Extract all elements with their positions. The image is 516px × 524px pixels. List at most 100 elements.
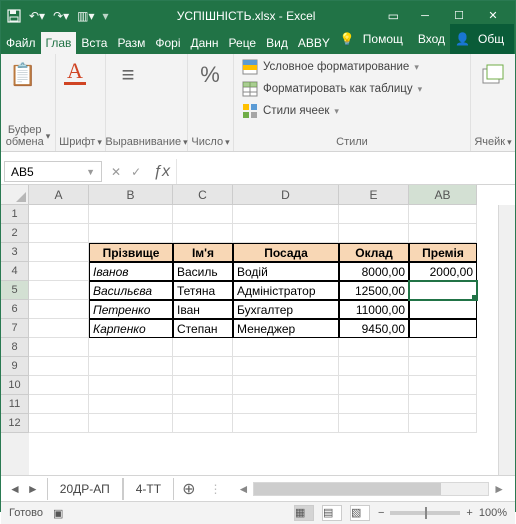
row-header-7[interactable]: 7 (1, 319, 29, 338)
cell-C11[interactable] (173, 395, 233, 414)
cell-E8[interactable] (339, 338, 409, 357)
cell-B4[interactable]: Іванов (89, 262, 173, 281)
col-header-C[interactable]: C (173, 185, 233, 204)
cell-AB7[interactable] (409, 319, 477, 338)
cell-D1[interactable] (233, 205, 339, 224)
cell-C12[interactable] (173, 414, 233, 433)
cell-D9[interactable] (233, 357, 339, 376)
sheet-nav[interactable]: ◄► (1, 482, 47, 496)
cell-E1[interactable] (339, 205, 409, 224)
cell-A9[interactable] (29, 357, 89, 376)
cell-C10[interactable] (173, 376, 233, 395)
tab-insert[interactable]: Вста (76, 32, 112, 54)
col-header-AB[interactable]: AB (409, 185, 477, 204)
cell-E10[interactable] (339, 376, 409, 395)
row-header-9[interactable]: 9 (1, 357, 29, 376)
tab-layout[interactable]: Разм (112, 32, 150, 54)
view-layout-button[interactable]: ▤ (322, 505, 342, 521)
formula-bar[interactable] (176, 159, 515, 184)
tell-me[interactable]: 💡 Помощ (335, 24, 413, 54)
row-header-2[interactable]: 2 (1, 224, 29, 243)
cell-E2[interactable] (339, 224, 409, 243)
cell-A6[interactable] (29, 300, 89, 319)
cell-AB12[interactable] (409, 414, 477, 433)
col-header-D[interactable]: D (233, 185, 339, 204)
cell-A2[interactable] (29, 224, 89, 243)
vertical-scrollbar[interactable] (498, 205, 515, 475)
cell-AB4[interactable]: 2000,00 (409, 262, 477, 281)
sheet-prev-icon[interactable]: ◄ (9, 482, 21, 496)
cell-E12[interactable] (339, 414, 409, 433)
cell-B9[interactable] (89, 357, 173, 376)
cell-C2[interactable] (173, 224, 233, 243)
cell-B7[interactable]: Карпенко (89, 319, 173, 338)
tab-home[interactable]: Глав (41, 32, 77, 54)
paste-button[interactable]: 📋 (5, 57, 41, 96)
align-button[interactable]: ≡ (110, 57, 146, 96)
cell-AB8[interactable] (409, 338, 477, 357)
cell-E6[interactable]: 11000,00 (339, 300, 409, 319)
cell-C3[interactable]: Ім'я (173, 243, 233, 262)
zoom-in-icon[interactable]: + (466, 507, 472, 519)
cell-D5[interactable]: Адміністратор (233, 281, 339, 300)
cell-B12[interactable] (89, 414, 173, 433)
row-header-12[interactable]: 12 (1, 414, 29, 433)
tab-view[interactable]: Вид (261, 32, 293, 54)
cell-D8[interactable] (233, 338, 339, 357)
cell-B11[interactable] (89, 395, 173, 414)
col-header-B[interactable]: B (89, 185, 173, 204)
tab-formulas[interactable]: Форі (150, 32, 185, 54)
zoom-control[interactable]: − + 100% (378, 507, 507, 519)
cell-A11[interactable] (29, 395, 89, 414)
col-header-A[interactable]: A (29, 185, 89, 204)
macro-icon[interactable]: ▣ (53, 507, 63, 520)
row-header-5[interactable]: 5 (1, 281, 29, 300)
tab-abby[interactable]: ABBY (293, 32, 335, 54)
cell-D2[interactable] (233, 224, 339, 243)
cell-E9[interactable] (339, 357, 409, 376)
cell-D7[interactable]: Менеджер (233, 319, 339, 338)
cell-D4[interactable]: Водій (233, 262, 339, 281)
horizontal-scrollbar[interactable]: ◄► (228, 482, 516, 496)
cell-AB10[interactable] (409, 376, 477, 395)
share-button[interactable]: 👤Общ (450, 24, 514, 54)
cell-C8[interactable] (173, 338, 233, 357)
row-header-10[interactable]: 10 (1, 376, 29, 395)
cell-B6[interactable]: Петренко (89, 300, 173, 319)
cell-A5[interactable] (29, 281, 89, 300)
conditional-formatting-button[interactable]: Условное форматирование▾ (238, 57, 426, 77)
cell-A8[interactable] (29, 338, 89, 357)
sheet-next-icon[interactable]: ► (27, 482, 39, 496)
enter-icon[interactable]: ✓ (131, 165, 141, 179)
cell-A12[interactable] (29, 414, 89, 433)
save-icon[interactable] (7, 9, 21, 23)
cell-C7[interactable]: Степан (173, 319, 233, 338)
cell-D12[interactable] (233, 414, 339, 433)
cell-D11[interactable] (233, 395, 339, 414)
cell-styles-button[interactable]: Стили ячеек▾ (238, 101, 426, 121)
cell-B10[interactable] (89, 376, 173, 395)
row-header-6[interactable]: 6 (1, 300, 29, 319)
tab-file[interactable]: Файл (1, 32, 41, 54)
row-header-1[interactable]: 1 (1, 205, 29, 224)
qat-more-icon[interactable]: ▾ (103, 9, 109, 23)
view-normal-button[interactable]: ▦ (294, 505, 314, 521)
number-button[interactable]: % (192, 57, 228, 96)
cell-AB1[interactable] (409, 205, 477, 224)
sheet-tab-0[interactable]: 20ДР-АП (47, 478, 123, 500)
cell-B2[interactable] (89, 224, 173, 243)
add-sheet-button[interactable]: ⊕ (174, 479, 203, 499)
row-header-3[interactable]: 3 (1, 243, 29, 262)
cell-AB2[interactable] (409, 224, 477, 243)
cell-E11[interactable] (339, 395, 409, 414)
cell-A3[interactable] (29, 243, 89, 262)
view-break-button[interactable]: ▧ (350, 505, 370, 521)
cell-B1[interactable] (89, 205, 173, 224)
cell-AB11[interactable] (409, 395, 477, 414)
fx-icon[interactable]: ƒx (147, 159, 176, 184)
cell-B8[interactable] (89, 338, 173, 357)
zoom-level[interactable]: 100% (479, 507, 507, 519)
col-header-E[interactable]: E (339, 185, 409, 204)
cell-D3[interactable]: Посада (233, 243, 339, 262)
format-as-table-button[interactable]: Форматировать как таблицу▾ (238, 79, 426, 99)
